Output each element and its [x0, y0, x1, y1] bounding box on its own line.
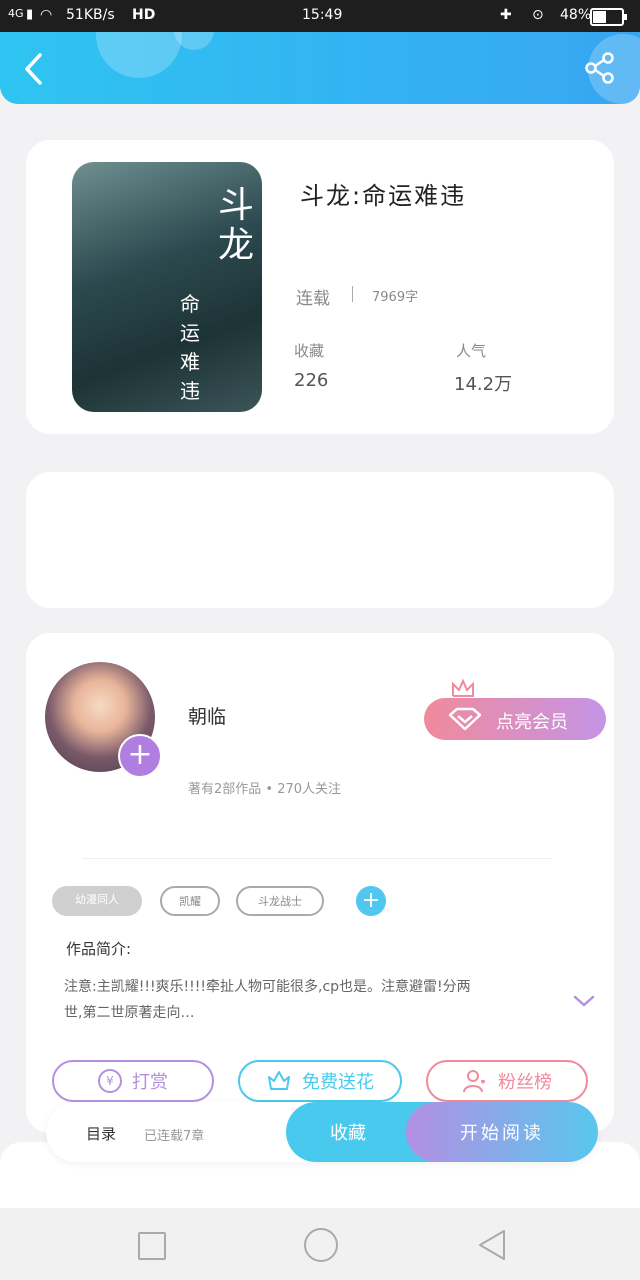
system-nav-bar — [0, 1208, 640, 1280]
add-tag-button[interactable]: + — [356, 886, 386, 916]
author-name: 朝临 — [188, 706, 227, 728]
home-icon[interactable] — [304, 1228, 338, 1262]
share-icon[interactable] — [584, 52, 616, 84]
reward-label: 打赏 — [132, 1072, 168, 1093]
top-header — [0, 32, 640, 104]
vip-button-label: 点亮会员 — [496, 712, 568, 733]
start-reading-button[interactable]: 开始阅读 — [406, 1102, 598, 1162]
yen-icon: ¥ — [98, 1069, 122, 1093]
reward-button[interactable]: ¥ 打赏 — [52, 1060, 214, 1102]
flower-icon — [268, 1071, 290, 1090]
network-indicator: 4G — [8, 7, 24, 20]
game-icon: ✚ — [500, 7, 512, 23]
status-bar: 4G ▮ ◠ 51KB/s HD 15:49 ✚ ⊙ 48% — [0, 0, 640, 32]
fan-ranking-button[interactable]: 粉丝榜 — [426, 1060, 588, 1102]
popularity-value: 14.2万 — [454, 374, 513, 395]
diamond-icon — [448, 707, 482, 731]
send-flowers-button[interactable]: 免费送花 — [238, 1060, 402, 1102]
tag-item[interactable]: 斗龙战士 — [236, 886, 324, 916]
lock-rotation-icon: ⊙ — [532, 7, 544, 23]
back-nav-icon[interactable] — [476, 1228, 508, 1262]
user-heart-icon — [463, 1070, 486, 1093]
author-stats: 著有2部作品 • 270人关注 — [188, 782, 342, 797]
back-icon[interactable] — [22, 52, 46, 86]
hd-indicator: HD — [132, 7, 156, 23]
cover-title-big: 斗龙 — [217, 185, 254, 266]
word-count: 7969字 — [372, 290, 419, 305]
start-reading-label: 开始阅读 — [460, 1123, 544, 1144]
recent-apps-icon[interactable] — [138, 1232, 166, 1260]
follow-author-button[interactable]: + — [118, 734, 162, 778]
signal-icon: ▮ — [26, 7, 34, 22]
send-flowers-label: 免费送花 — [302, 1072, 374, 1093]
tag-item[interactable]: 幼漫同人 — [52, 886, 142, 916]
battery-percent: 48% — [560, 7, 592, 23]
catalog-button[interactable]: 目录 — [86, 1123, 116, 1144]
net-speed: 51KB/s — [66, 7, 115, 23]
fan-ranking-label: 粉丝榜 — [498, 1072, 552, 1093]
favorites-value: 226 — [294, 370, 329, 391]
intro-text-line2: 世,第二世原著走向… — [64, 1005, 195, 1021]
empty-card — [26, 472, 614, 608]
book-status: 连载 — [296, 289, 330, 309]
clock: 15:49 — [302, 7, 343, 23]
collect-label: 收藏 — [330, 1123, 366, 1144]
chapter-count: 已连载7章 — [144, 1129, 205, 1144]
battery-icon — [590, 8, 627, 26]
expand-chevron-icon[interactable] — [572, 994, 596, 1008]
favorites-label: 收藏 — [294, 342, 325, 360]
book-cover[interactable]: 斗龙 命运难违 — [72, 162, 262, 412]
divider-line — [82, 858, 552, 859]
divider — [352, 286, 353, 302]
cover-title-small: 命运难违 — [180, 292, 200, 403]
book-title: 斗龙:命运难违 — [300, 182, 467, 210]
popularity-label: 人气 — [456, 342, 487, 360]
intro-text-line1: 注意:主凯耀!!!爽乐!!!!牵扯人物可能很多,cp也是。注意避雷!分两 — [64, 979, 471, 995]
crown-icon — [452, 678, 474, 697]
tag-item[interactable]: 凯耀 — [160, 886, 220, 916]
intro-label: 作品简介: — [66, 940, 132, 958]
wifi-icon: ◠ — [40, 7, 53, 23]
vip-button[interactable]: 点亮会员 — [424, 698, 606, 740]
